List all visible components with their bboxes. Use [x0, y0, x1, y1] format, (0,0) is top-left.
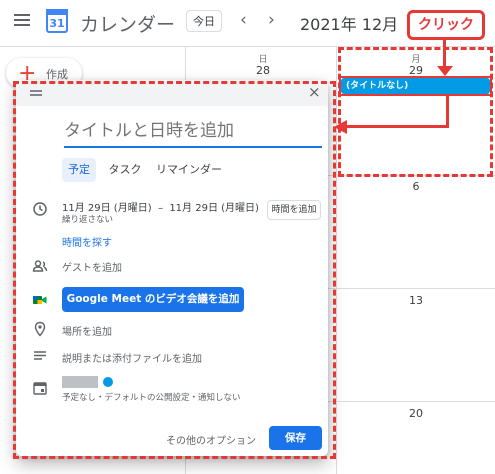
dialog-annotation-box — [13, 81, 336, 459]
calendar-logo-icon: 31 — [46, 9, 68, 33]
day-number-13[interactable]: 13 — [396, 294, 436, 307]
grid-divider — [336, 46, 337, 474]
next-period-icon[interactable]: › — [268, 10, 275, 30]
app-title: カレンダー — [80, 14, 176, 36]
connector-line — [346, 125, 449, 128]
callout-arrowhead — [437, 66, 453, 76]
connector-arrowhead — [334, 120, 347, 134]
today-button[interactable]: 今日 — [186, 10, 222, 32]
day-number-6[interactable]: 6 — [396, 180, 436, 193]
day-number-20[interactable]: 20 — [396, 407, 436, 420]
previous-period-icon[interactable]: ‹ — [240, 10, 247, 30]
click-callout: クリック — [407, 10, 485, 40]
day-cell-annotation-box — [338, 47, 493, 177]
connector-line — [446, 96, 449, 128]
day-number-28[interactable]: 28 — [243, 64, 283, 77]
current-month-label: 2021年 12月 — [300, 15, 399, 34]
main-menu-icon[interactable] — [14, 14, 30, 26]
